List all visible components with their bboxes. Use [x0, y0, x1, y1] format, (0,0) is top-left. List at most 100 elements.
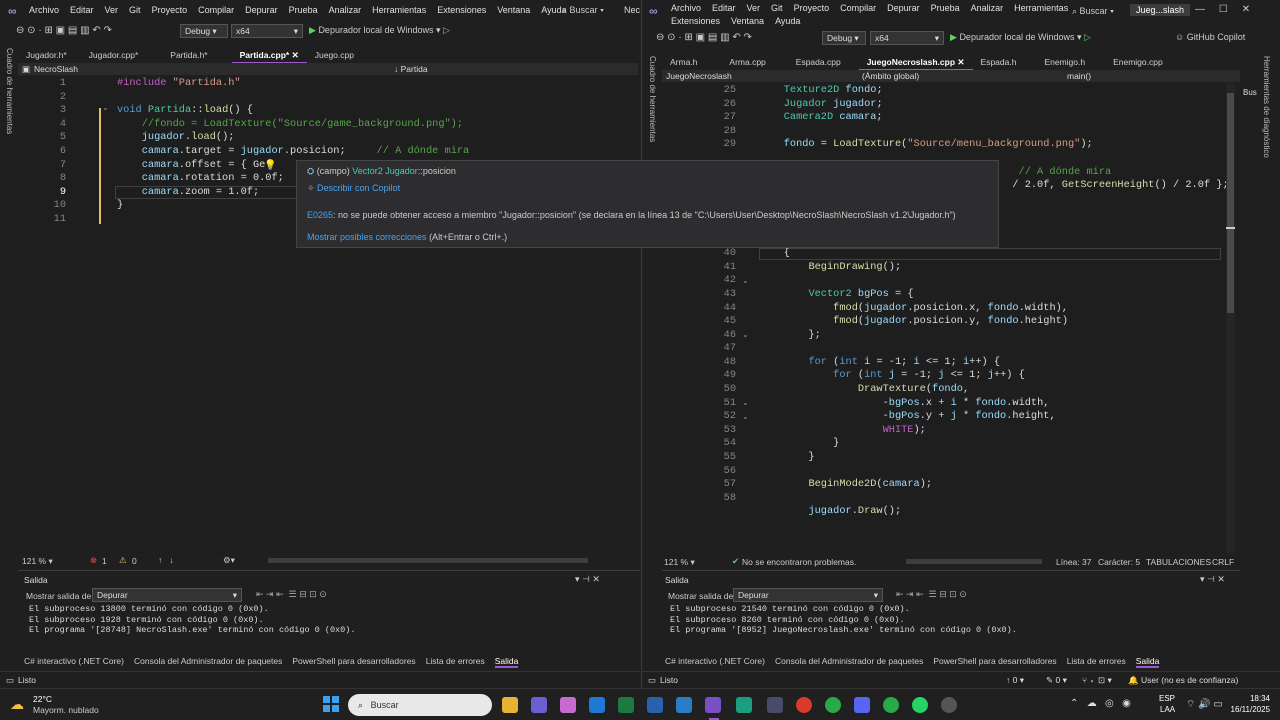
- code-line[interactable]: -bgPos.y + j * fondo.height,: [759, 410, 1229, 424]
- menu-proyecto[interactable]: Proyecto: [152, 5, 188, 15]
- menu-compilar[interactable]: Compilar: [840, 3, 876, 13]
- nav-project[interactable]: NecroSlash: [34, 64, 78, 74]
- nav-back-icon[interactable]: ⊖: [16, 25, 24, 36]
- code-line[interactable]: for (int i = -1; i <= 1; i++) {: [759, 356, 1229, 370]
- panel-controls[interactable]: ▾ ⊣ ✕: [575, 574, 600, 585]
- tab-csharp-interactive[interactable]: C# interactivo (.NET Core): [24, 656, 124, 666]
- vscode-icon[interactable]: [676, 697, 692, 713]
- code-line[interactable]: [759, 274, 1229, 288]
- menu-ver[interactable]: Ver: [105, 5, 119, 15]
- vertical-scrollbar[interactable]: [1226, 83, 1235, 553]
- chrome-profile-icon[interactable]: [883, 697, 899, 713]
- system-tray-status[interactable]: ⌔ 🔊 ▭: [1186, 698, 1223, 711]
- nav-arrows[interactable]: ↑ ↓: [158, 555, 174, 565]
- close-tab-icon[interactable]: ✕: [292, 50, 299, 60]
- save-all-icon[interactable]: ▥: [80, 25, 89, 36]
- code-line[interactable]: BeginDrawing();: [759, 261, 1229, 275]
- push-indicator[interactable]: ↑ 0 ▾: [1006, 675, 1024, 686]
- menu-prueba[interactable]: Prueba: [289, 5, 318, 15]
- code-line[interactable]: WHITE);: [759, 424, 1229, 438]
- code-line[interactable]: fondo = LoadTexture("Source/menu_backgro…: [759, 138, 1229, 152]
- nav-project[interactable]: JuegoNecroslash: [666, 71, 732, 81]
- tray-icons[interactable]: ⌃ ☁ ◎ ◉: [1070, 698, 1131, 709]
- save-icon[interactable]: ▤: [68, 25, 77, 36]
- menu-extensiones[interactable]: Extensiones: [671, 16, 720, 26]
- tab-powershell[interactable]: PowerShell para desarrolladores: [292, 656, 415, 666]
- visual-studio-icon[interactable]: [705, 697, 721, 713]
- toolbox-side-tab[interactable]: Cuadro de herramientas: [5, 48, 14, 138]
- code-line[interactable]: -bgPos.x + i * fondo.width,: [759, 397, 1229, 411]
- code-line[interactable]: fmod(jugador.posicion.y, fondo.height): [759, 315, 1229, 329]
- search-box[interactable]: ⌕ Buscar ▾: [1072, 6, 1114, 17]
- app-icon[interactable]: [767, 697, 783, 713]
- opera-icon[interactable]: [796, 697, 812, 713]
- redo-icon[interactable]: ↷: [744, 32, 752, 43]
- menu-depurar[interactable]: Depurar: [887, 3, 920, 13]
- tab-csharp-interactive[interactable]: C# interactivo (.NET Core): [665, 656, 765, 666]
- code-line[interactable]: [759, 465, 1229, 479]
- menu-ayuda[interactable]: Ayuda: [775, 16, 800, 26]
- code-line[interactable]: jugador.load();: [117, 131, 469, 145]
- clock-time[interactable]: 18:34: [1244, 694, 1270, 703]
- menu-analizar[interactable]: Analizar: [329, 5, 362, 15]
- cleanup-icon[interactable]: ⚙▾: [223, 555, 235, 566]
- tab-espada-cpp[interactable]: Espada.cpp: [774, 55, 849, 69]
- run-button[interactable]: ▶ Depurador local de Windows ▾ ▷: [309, 25, 450, 36]
- copilot-app-icon[interactable]: [560, 697, 576, 713]
- code-line[interactable]: [117, 91, 469, 105]
- open-folder-icon[interactable]: ▣: [696, 32, 705, 43]
- show-fixes-link[interactable]: Mostrar posibles correcciones: [307, 232, 427, 242]
- tab-arma-h[interactable]: Arma.h: [662, 55, 705, 69]
- config-select[interactable]: Debug ▾: [180, 24, 228, 38]
- menu-archivo[interactable]: Archivo: [671, 3, 701, 13]
- output-toolbar-icons[interactable]: ⇤ ⇥ ⇤ ☰ ⊟ ⊡ ⊙: [896, 589, 967, 600]
- branch-icon[interactable]: ⑂ ▾: [1082, 675, 1095, 685]
- code-line[interactable]: Vector2 bgPos = {: [759, 288, 1229, 302]
- weather-icon[interactable]: ☁: [10, 696, 24, 713]
- error-code-link[interactable]: E0265: [307, 210, 333, 220]
- output-source-select[interactable]: Depurar ▾: [92, 588, 242, 602]
- outlook-icon[interactable]: [589, 697, 605, 713]
- tab-espada-h[interactable]: Espada.h: [973, 55, 1025, 69]
- code-line[interactable]: Texture2D fondo;: [759, 84, 1229, 98]
- output-toolbar-icons[interactable]: ⇤ ⇥ ⇤ ☰ ⊟ ⊡ ⊙: [256, 589, 327, 600]
- code-line[interactable]: [759, 125, 1229, 139]
- nav-forward-icon[interactable]: ⊙: [27, 25, 35, 36]
- menu-editar[interactable]: Editar: [70, 5, 94, 15]
- platform-select[interactable]: x64 ▾: [231, 24, 303, 38]
- word-icon[interactable]: [647, 697, 663, 713]
- code-line[interactable]: }: [759, 437, 1229, 451]
- indent-mode[interactable]: TABULACIONES: [1146, 557, 1211, 567]
- redo-icon[interactable]: ↷: [104, 25, 112, 36]
- warning-count[interactable]: 0: [132, 556, 137, 566]
- tab-package-console[interactable]: Consola del Administrador de paquetes: [134, 656, 282, 666]
- problems-status[interactable]: No se encontraron problemas.: [742, 557, 856, 567]
- language-code[interactable]: ESP: [1159, 694, 1175, 703]
- chrome-icon[interactable]: [825, 697, 841, 713]
- nav-scope[interactable]: (Ámbito global): [862, 71, 919, 81]
- menu-git[interactable]: Git: [129, 5, 141, 15]
- search-box[interactable]: ⌕ Buscar ▾: [562, 5, 604, 16]
- undo-icon[interactable]: ↶: [92, 25, 100, 36]
- code-line[interactable]: void Partida::load() {: [117, 104, 469, 118]
- nav-forward-icon[interactable]: ⊙: [667, 32, 675, 43]
- line-indicator[interactable]: Línea: 37: [1056, 557, 1091, 567]
- horizontal-scrollbar[interactable]: [268, 558, 588, 563]
- tab-juegonecroslash-cpp[interactable]: JuegoNecroslash.cpp ✕: [858, 55, 973, 71]
- code-text[interactable]: Texture2D fondo; Jugador jugador; Camera…: [759, 84, 1229, 519]
- close-tab-icon[interactable]: ✕: [957, 57, 964, 67]
- user-indicator[interactable]: 🔔 User (no es de confianza): [1128, 675, 1238, 686]
- fold-markers[interactable]: ⌄ ⌄ ⌄ ⌄: [742, 274, 749, 424]
- tab-enemigo-h[interactable]: Enemigo.h: [1024, 55, 1093, 69]
- code-line[interactable]: [759, 492, 1229, 506]
- tab-partida-h[interactable]: Partida.h*: [146, 48, 215, 62]
- menu-ventana[interactable]: Ventana: [731, 16, 764, 26]
- platform-select[interactable]: x64 ▾: [870, 31, 944, 45]
- save-all-icon[interactable]: ▥: [720, 32, 729, 43]
- nav-back-icon[interactable]: ⊖: [656, 32, 664, 43]
- changes-indicator[interactable]: ✎ 0 ▾: [1046, 675, 1067, 686]
- zoom-select[interactable]: 121 % ▾: [664, 557, 695, 568]
- lightbulb-icon[interactable]: 💡: [264, 160, 276, 171]
- run-button[interactable]: ▶ Depurador local de Windows ▾ ▷: [950, 32, 1091, 43]
- settings-app-icon[interactable]: [941, 697, 957, 713]
